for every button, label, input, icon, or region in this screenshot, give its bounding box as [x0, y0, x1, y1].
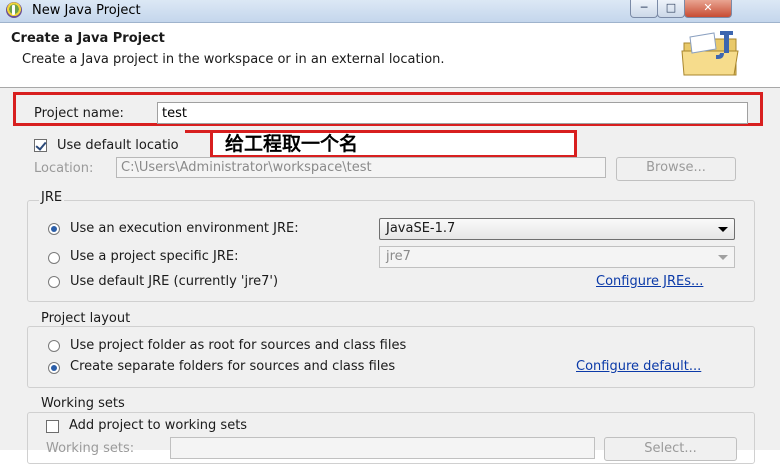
add-to-working-sets-checkbox[interactable] — [46, 420, 59, 433]
separate-folders-label: Create separate folders for sources and … — [70, 359, 396, 374]
configure-jres-link[interactable]: Configure JREs... — [596, 274, 703, 289]
separate-folders-radio[interactable] — [48, 362, 60, 374]
window-titlebar: New Java Project ─ □ ✕ — [0, 0, 780, 23]
working-sets-field-label: Working sets: — [46, 441, 135, 456]
exec-env-radio[interactable] — [48, 223, 60, 235]
wizard-description: Create a Java project in the workspace o… — [22, 52, 445, 67]
use-default-location-checkbox[interactable] — [34, 139, 47, 152]
chevron-down-icon[interactable] — [718, 227, 728, 232]
exec-env-select[interactable]: JavaSE-1.7 — [379, 218, 735, 240]
project-name-label: Project name: — [34, 106, 124, 121]
working-sets-group-label: Working sets — [39, 396, 127, 411]
default-jre-label: Use default JRE (currently 'jre7') — [70, 274, 279, 289]
project-layout-group — [27, 326, 755, 388]
configure-default-link[interactable]: Configure default... — [576, 359, 701, 374]
use-default-location-label: Use default locatio — [57, 138, 179, 153]
close-button[interactable]: ✕ — [684, 0, 732, 18]
location-label: Location: — [34, 161, 94, 176]
wizard-title: Create a Java Project — [11, 31, 165, 46]
chevron-down-icon[interactable] — [718, 255, 728, 260]
annotation-callout: 给工程取一个名 — [210, 130, 577, 158]
project-layout-group-label: Project layout — [39, 311, 133, 326]
project-name-input[interactable] — [157, 102, 748, 124]
location-input[interactable] — [116, 157, 606, 178]
project-specific-jre-select[interactable]: jre7 — [379, 246, 735, 268]
select-working-sets-button[interactable]: Select... — [604, 437, 737, 461]
project-root-radio[interactable] — [48, 340, 60, 352]
jre-group-label: JRE — [39, 190, 65, 205]
minimize-button[interactable]: ─ — [630, 0, 658, 18]
browse-button[interactable]: Browse... — [616, 157, 736, 181]
project-root-label: Use project folder as root for sources a… — [70, 338, 407, 353]
annotation-pointer — [185, 130, 213, 133]
wizard-header: Create a Java Project Create a Java proj… — [0, 23, 780, 88]
add-to-working-sets-label: Add project to working sets — [69, 418, 248, 433]
java-project-folder-icon — [681, 31, 739, 76]
maximize-button[interactable]: □ — [657, 0, 685, 18]
default-jre-radio[interactable] — [48, 276, 60, 288]
working-sets-select[interactable] — [170, 437, 595, 459]
exec-env-label: Use an execution environment JRE: — [70, 221, 299, 236]
window-title: New Java Project — [32, 3, 141, 18]
project-specific-jre-label: Use a project specific JRE: — [70, 249, 239, 264]
eclipse-app-icon — [6, 2, 22, 18]
project-specific-jre-radio[interactable] — [48, 252, 60, 264]
